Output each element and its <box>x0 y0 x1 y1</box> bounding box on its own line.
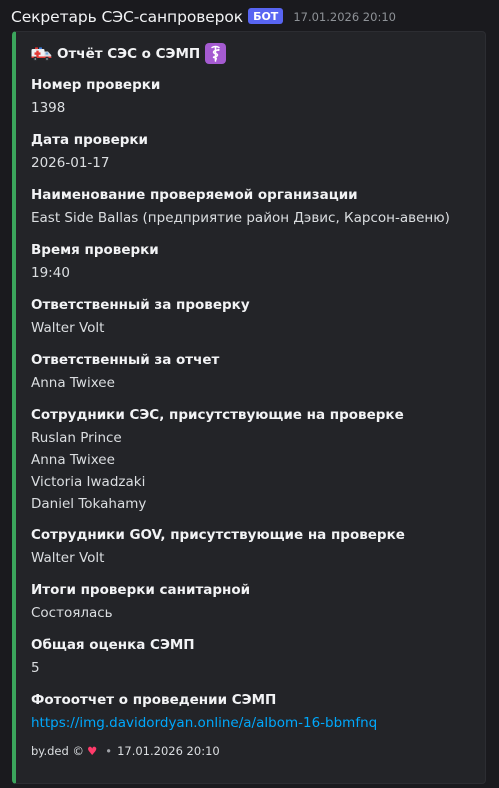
field-value: https://img.davidordyan.online/a/albom-1… <box>31 712 377 734</box>
field-value-line: 2026-01-17 <box>31 155 110 171</box>
field-value: Ruslan Prince Anna Twixee Victoria Iwadz… <box>31 427 404 515</box>
field-name: Дата проверки <box>31 132 149 148</box>
field-name: Итоги проверки санитарной <box>31 582 251 598</box>
field-value-line: Daniel Tokahamy <box>31 496 147 512</box>
field-value-line: 1398 <box>31 100 66 116</box>
field-responsible-inspector: Ответственный за проверку Walter Volt <box>31 295 250 339</box>
field-value: Walter Volt <box>31 317 250 339</box>
field-name: Общая оценка СЭМП <box>31 637 195 653</box>
field-value: 19:40 <box>31 262 159 284</box>
photo-report-link[interactable]: https://img.davidordyan.online/a/albom-1… <box>31 712 377 734</box>
field-name: Время проверки <box>31 242 159 258</box>
heart-icon: ♥ <box>86 744 98 758</box>
field-value-line: Walter Volt <box>31 320 105 336</box>
bot-tag: БОТ <box>248 8 284 24</box>
report-embed: Отчёт СЭС о СЭМП Номер проверки 1398 Дат… <box>12 31 486 784</box>
bot-author-name[interactable]: Секретарь СЭС-санпроверок <box>11 8 243 26</box>
field-sanitary-result: Итоги проверки санитарной Состоялась <box>31 580 250 624</box>
field-responsible-reporter: Ответственный за отчет Anna Twixee <box>31 350 219 394</box>
field-inspection-number: Номер проверки 1398 <box>31 75 160 119</box>
field-name: Ответственный за проверку <box>31 297 250 313</box>
field-value-line: 19:40 <box>31 265 70 281</box>
field-value: Anna Twixee <box>31 372 219 394</box>
field-name: Сотрудники СЭС, присутствующие на провер… <box>31 407 404 423</box>
field-overall-rating: Общая оценка СЭМП 5 <box>31 635 195 679</box>
field-value-line: Anna Twixee <box>31 375 115 391</box>
field-value-line: Anna Twixee <box>31 452 115 468</box>
field-value-line: Victoria Iwadzaki <box>31 474 146 490</box>
field-value-line: Состоялась <box>31 605 113 621</box>
field-name: Наименование проверяемой организации <box>31 187 358 203</box>
field-photo-report: Фотоотчет о проведении СЭМП https://img.… <box>31 690 377 734</box>
field-name: Сотрудники GOV, присутствующие на провер… <box>31 527 405 543</box>
message-header: Секретарь СЭС-санпроверок БОТ 17.01.2026… <box>11 4 396 30</box>
field-gov-staff: Сотрудники GOV, присутствующие на провер… <box>31 525 405 569</box>
ambulance-icon <box>31 46 52 61</box>
field-value-line: Walter Volt <box>31 550 105 566</box>
field-inspection-date: Дата проверки 2026-01-17 <box>31 130 148 174</box>
field-value-line: Ruslan Prince <box>31 430 122 446</box>
embed-title-text: Отчёт СЭС о СЭМП <box>57 45 201 62</box>
field-value-line: East Side Ballas (предприятие район Дэви… <box>31 210 450 226</box>
embed-footer: by.ded © ♥ • 17.01.2026 20:10 <box>31 744 220 758</box>
field-value-line: 5 <box>31 660 40 676</box>
field-organization: Наименование проверяемой организации Eas… <box>31 185 450 229</box>
medical-symbol-icon <box>205 43 227 64</box>
field-name: Фотоотчет о проведении СЭМП <box>31 692 277 708</box>
field-name: Ответственный за отчет <box>31 352 220 368</box>
message-timestamp: 17.01.2026 20:10 <box>293 10 396 24</box>
field-ses-staff: Сотрудники СЭС, присутствующие на провер… <box>31 405 404 515</box>
embed-title: Отчёт СЭС о СЭМП <box>31 43 227 64</box>
field-value: 5 <box>31 657 195 679</box>
footer-separator: • <box>105 744 113 758</box>
footer-text: by.ded © <box>31 744 84 758</box>
field-value: Walter Volt <box>31 547 405 569</box>
footer-timestamp: 17.01.2026 20:10 <box>117 744 220 758</box>
field-value: 1398 <box>31 97 160 119</box>
field-inspection-time: Время проверки 19:40 <box>31 240 159 284</box>
field-name: Номер проверки <box>31 77 161 93</box>
field-value: 2026-01-17 <box>31 152 148 174</box>
field-value: Состоялась <box>31 602 250 624</box>
field-value: East Side Ballas (предприятие район Дэви… <box>31 207 450 229</box>
